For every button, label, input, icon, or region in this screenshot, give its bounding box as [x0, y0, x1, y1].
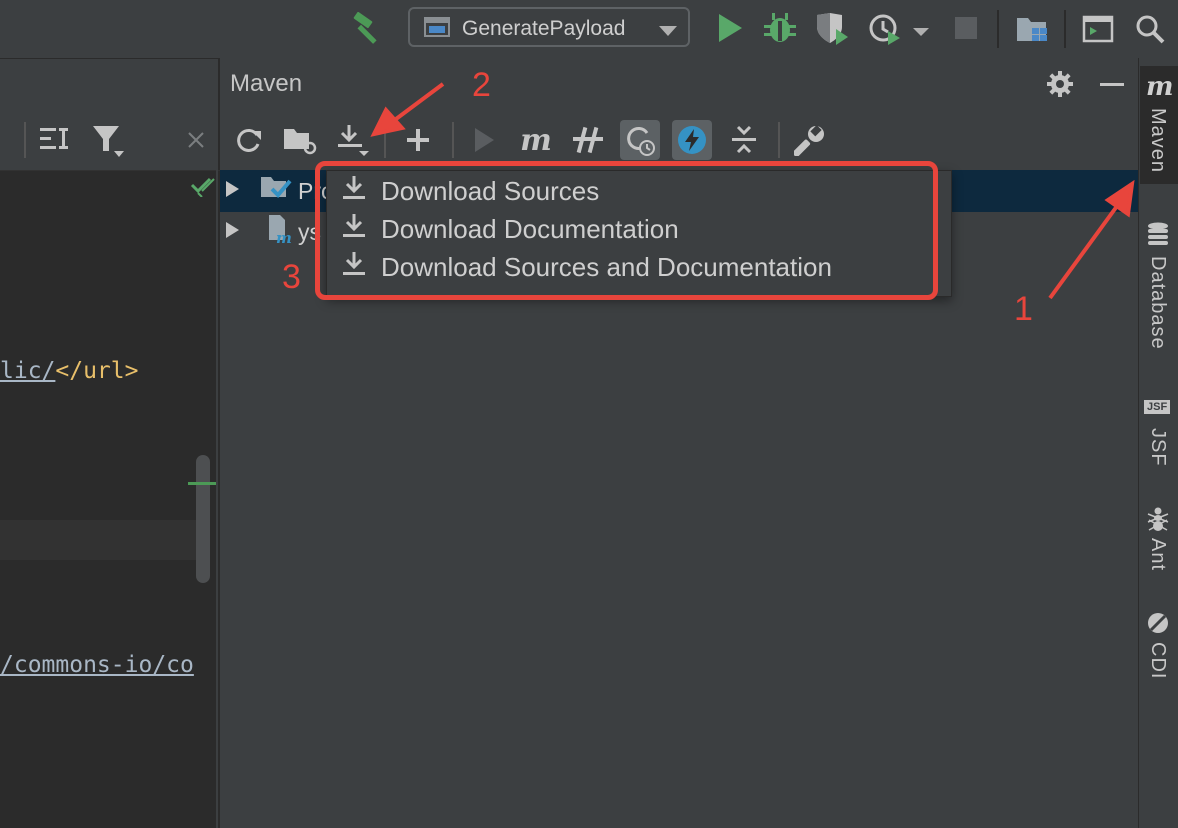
annotation-arrows — [370, 82, 1135, 300]
annotation-arrow-2 — [390, 82, 445, 124]
annotation-arrowhead-2 — [370, 106, 406, 137]
annotation-arrowhead-1 — [1104, 179, 1135, 218]
annotation-number-3: 3 — [282, 258, 301, 296]
annotation-number-2: 2 — [472, 66, 491, 104]
annotation-arrow-1 — [1048, 200, 1122, 300]
annotation-number-1: 1 — [1014, 290, 1033, 328]
